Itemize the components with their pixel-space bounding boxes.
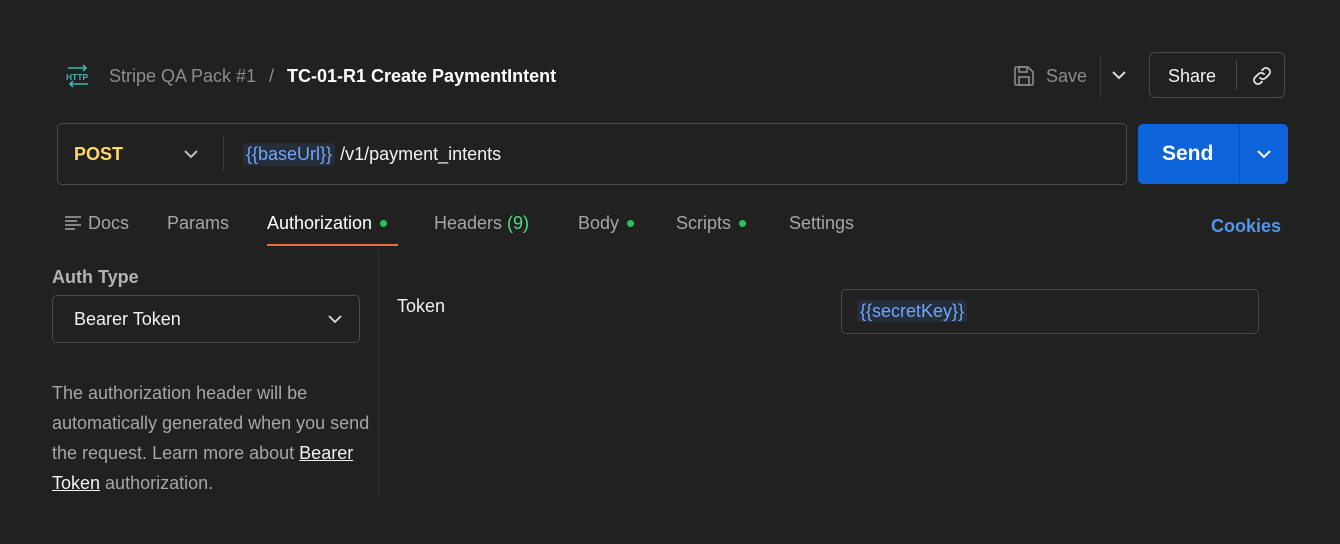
auth-type-label: Auth Type — [52, 267, 139, 287]
save-options-chevron-icon[interactable] — [1108, 64, 1130, 86]
token-value: {{secretKey}} — [857, 298, 972, 324]
tab-params-label: Params — [167, 213, 230, 233]
tab-body[interactable]: Body — [578, 211, 635, 235]
http-request-icon: HTTP — [64, 63, 92, 89]
save-divider — [1100, 56, 1101, 98]
breadcrumb-collection[interactable]: Stripe QA Pack #1 — [109, 64, 256, 88]
tab-scripts-label: Scripts — [676, 213, 732, 233]
tab-params[interactable]: Params — [167, 211, 229, 235]
request-title[interactable]: TC-01-R1 Create PaymentIntent — [287, 64, 556, 88]
tab-authorization-label: Authorization — [267, 213, 373, 233]
token-variable: {{secretKey}} — [857, 300, 968, 322]
url-variable: {{baseUrl}} — [243, 142, 336, 166]
auth-description: The authorization header will be automat… — [52, 378, 372, 498]
authorization-status-dot — [380, 219, 388, 227]
cookies-link[interactable]: Cookies — [1211, 214, 1281, 238]
body-status-dot — [627, 219, 635, 227]
auth-description-suffix: authorization. — [100, 473, 214, 493]
tab-headers[interactable]: Headers (9) — [434, 211, 529, 235]
copy-link-icon[interactable] — [1250, 64, 1274, 88]
send-divider — [1239, 124, 1240, 184]
share-button[interactable]: Share — [1168, 64, 1216, 88]
url-path: /v1/payment_intents — [340, 143, 502, 164]
scripts-status-dot — [739, 219, 747, 227]
tab-docs-label: Docs — [88, 213, 130, 233]
send-options-chevron-down-icon[interactable] — [1253, 143, 1275, 165]
method-url-divider — [223, 137, 224, 171]
token-label: Token — [397, 296, 446, 316]
save-label: Save — [1046, 65, 1088, 86]
docs-icon — [64, 214, 82, 232]
auth-type-value: Bearer Token — [74, 309, 181, 329]
method-chevron-down-icon[interactable] — [180, 143, 202, 165]
url-input[interactable]: {{baseUrl}} /v1/payment_intents — [243, 140, 501, 168]
save-icon — [1012, 64, 1036, 88]
http-icon-text: HTTP — [66, 72, 89, 82]
auth-type-chevron-down-icon — [324, 308, 346, 330]
active-tab-indicator — [267, 244, 398, 246]
breadcrumb-separator: / — [269, 66, 275, 86]
tab-settings[interactable]: Settings — [789, 211, 854, 235]
save-button[interactable]: Save — [1012, 58, 1087, 94]
send-button[interactable]: Send — [1162, 141, 1213, 167]
tab-settings-label: Settings — [789, 213, 855, 233]
tab-headers-label: Headers — [434, 213, 503, 233]
http-method-select[interactable]: POST — [74, 142, 123, 166]
url-bar — [57, 123, 1127, 185]
headers-count-badge: (9) — [507, 213, 530, 233]
tab-docs[interactable]: Docs — [64, 211, 129, 235]
tab-authorization[interactable]: Authorization — [267, 211, 388, 235]
share-divider — [1236, 60, 1237, 90]
panel-divider — [378, 250, 379, 495]
tab-scripts[interactable]: Scripts — [676, 211, 747, 235]
tab-body-label: Body — [578, 213, 620, 233]
